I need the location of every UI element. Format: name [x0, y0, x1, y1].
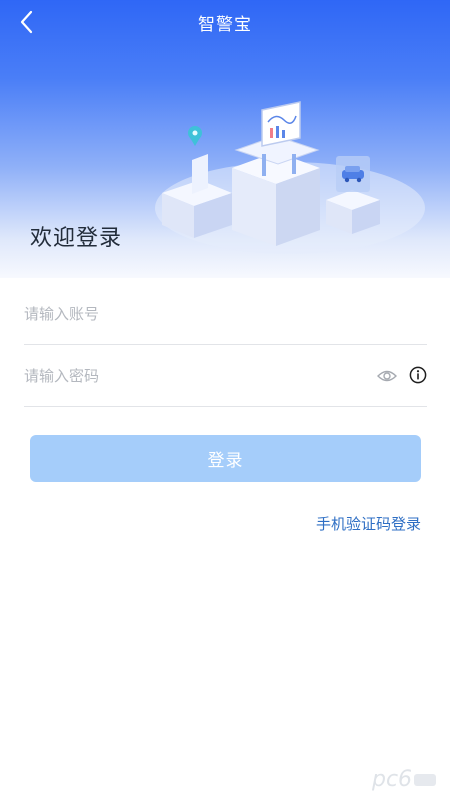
info-circle-icon: [409, 366, 427, 384]
sms-login-link[interactable]: 手机验证码登录: [316, 513, 421, 534]
nav-bar: 智警宝: [0, 0, 450, 44]
site-watermark-logo: pc6: [371, 767, 436, 792]
login-button[interactable]: 登录: [30, 435, 421, 482]
login-form: [24, 280, 427, 407]
isometric-office-illustration: [155, 101, 425, 254]
password-field-row: [24, 345, 427, 407]
password-input[interactable]: [24, 355, 354, 396]
page-title: 智警宝: [198, 15, 252, 35]
svg-text:pc6: pc6: [371, 767, 412, 792]
account-input[interactable]: [24, 293, 427, 334]
account-field-row: [24, 283, 427, 345]
welcome-heading: 欢迎登录: [30, 226, 123, 251]
password-info-button[interactable]: [409, 366, 427, 384]
hero-banner: 智警宝 欢迎登录: [0, 0, 450, 278]
toggle-password-visibility-button[interactable]: [377, 367, 397, 385]
eye-icon: [377, 370, 397, 382]
